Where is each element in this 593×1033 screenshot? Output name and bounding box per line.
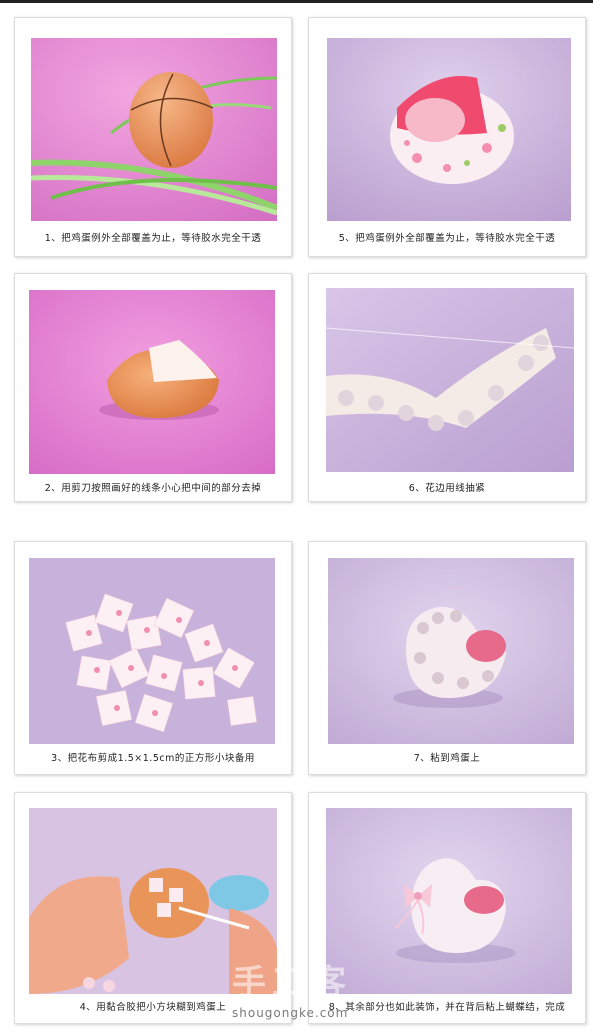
- step-caption-5: 5、把鸡蛋例外全部覆盖为止，等待胶水完全干透: [338, 233, 556, 244]
- photo-lace-on-egg: [328, 558, 574, 744]
- photo-cut-eggshell: [29, 290, 275, 474]
- step-caption-2: 2、用剪刀按照画好的线条小心把中间的部分去掉: [44, 483, 262, 494]
- step-card-7: 7、粘到鸡蛋上: [308, 541, 586, 775]
- photo-lace-trim: [326, 288, 574, 472]
- step-caption-1: 1、把鸡蛋例外全部覆盖为止，等待胶水完全干透: [44, 233, 262, 244]
- step-caption-7: 7、粘到鸡蛋上: [413, 753, 481, 764]
- photo-decorated-egg-bowl: [327, 38, 571, 221]
- step-caption-6: 6、花边用线抽紧: [408, 483, 486, 494]
- step-card-1: 1、把鸡蛋例外全部覆盖为止，等待胶水完全干透: [14, 17, 292, 257]
- watermark-url: shougongke.com: [232, 1006, 349, 1020]
- step-card-5: 5、把鸡蛋例外全部覆盖为止，等待胶水完全干透: [308, 17, 586, 257]
- photo-fabric-squares: [29, 558, 275, 744]
- photo-egg-with-scallion: [31, 38, 277, 221]
- photo-finished-basket: [326, 808, 572, 994]
- step-card-3: 3、把花布剪成1.5×1.5cm的正方形小块备用: [14, 541, 292, 775]
- top-border: [0, 0, 593, 3]
- step-caption-3: 3、把花布剪成1.5×1.5cm的正方形小块备用: [51, 753, 255, 764]
- step-card-6: 6、花边用线抽紧: [308, 273, 586, 502]
- step-card-2: 2、用剪刀按照画好的线条小心把中间的部分去掉: [14, 273, 292, 502]
- watermark-logo: 手工客: [232, 963, 352, 1003]
